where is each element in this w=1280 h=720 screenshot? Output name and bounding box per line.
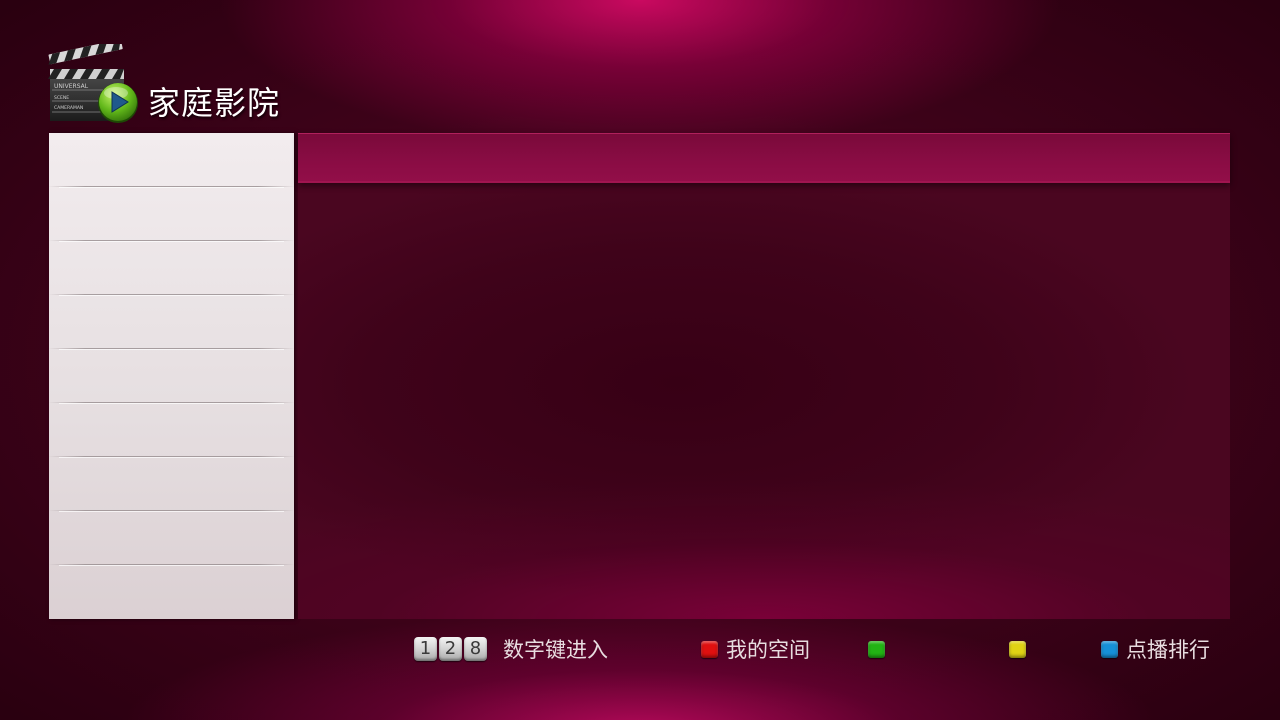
sidebar-item[interactable]	[49, 403, 294, 458]
content-panel	[298, 133, 1230, 619]
logo-line-3: CAMERAMAN	[54, 105, 83, 111]
number-key-hint: 数字键进入	[503, 638, 608, 662]
sidebar-item[interactable]	[49, 511, 294, 566]
app-title: 家庭影院	[148, 84, 281, 122]
logo-line-1: UNIVERSAL	[54, 83, 89, 90]
sidebar-item[interactable]	[49, 565, 294, 619]
my-space-label[interactable]: 我的空间	[726, 636, 810, 664]
sidebar-menu	[49, 133, 294, 619]
sidebar-item[interactable]	[49, 295, 294, 350]
green-key-icon[interactable]	[868, 641, 885, 658]
number-key-1-icon: 1	[414, 637, 437, 661]
number-key-2-icon: 2	[439, 637, 462, 661]
sidebar-item[interactable]	[49, 133, 294, 188]
blue-key-icon[interactable]	[1101, 641, 1118, 658]
content-header-bar	[298, 133, 1230, 183]
sidebar-item[interactable]	[49, 457, 294, 512]
vod-ranking-label[interactable]: 点播排行	[1126, 636, 1210, 664]
sidebar-item[interactable]	[49, 349, 294, 404]
sidebar-item[interactable]	[49, 241, 294, 296]
logo-line-2: SCENE	[54, 95, 69, 101]
red-key-icon[interactable]	[701, 641, 718, 658]
number-keys-icon: 1 2 8	[414, 637, 487, 661]
sidebar-item[interactable]	[49, 187, 294, 242]
clapperboard-play-icon: UNIVERSAL SCENE CAMERAMAN	[46, 39, 142, 132]
number-key-8-icon: 8	[464, 637, 487, 661]
yellow-key-icon[interactable]	[1009, 641, 1026, 658]
